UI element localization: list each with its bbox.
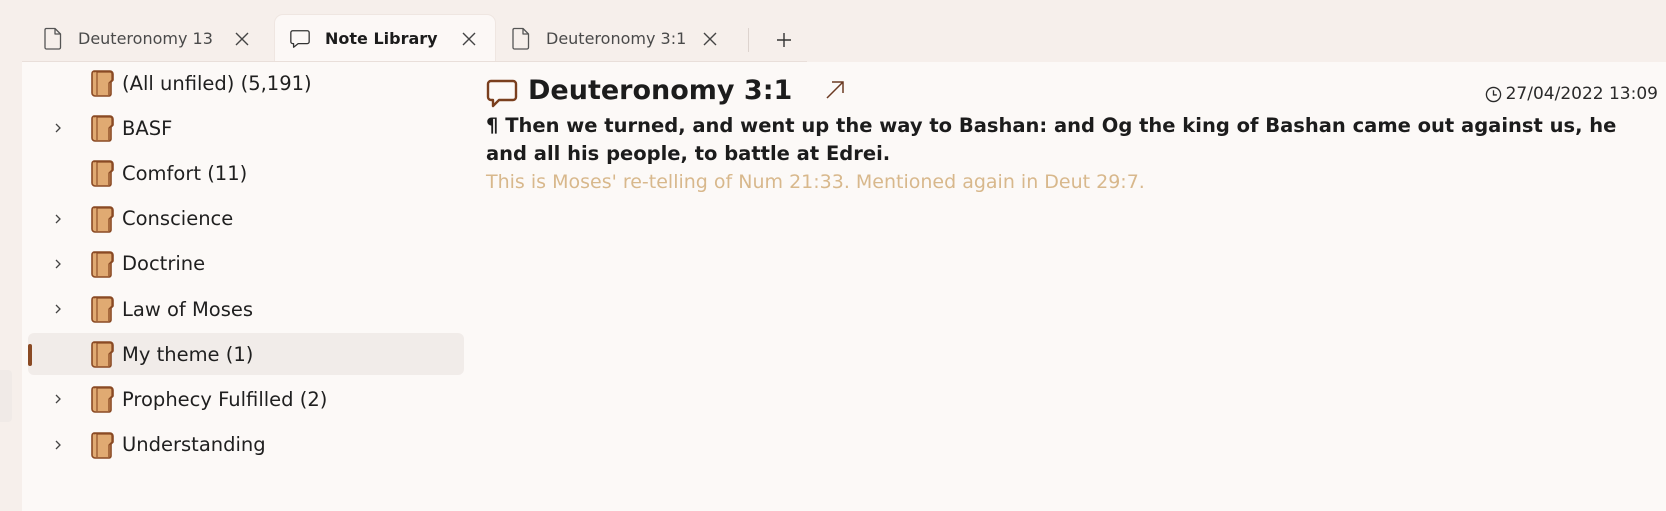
notebook-icon (88, 339, 116, 369)
notebook-icon (88, 68, 116, 98)
tree-item[interactable]: My theme (1) (28, 333, 464, 376)
content-area: (All unfiled) (5,191) BASF Comfort (11) Con… (22, 62, 1666, 511)
tree-item-label: (All unfiled) (5,191) (122, 71, 312, 95)
tab-label: Deuteronomy 13 (78, 29, 213, 48)
notebook-icon (88, 158, 116, 188)
tree-item[interactable]: BASF (28, 107, 464, 149)
tree-item-label: Understanding (122, 433, 266, 457)
notebook-icon (88, 204, 116, 234)
tree-item[interactable]: Doctrine (28, 243, 464, 285)
plus-icon (777, 33, 791, 47)
notebook-icon (88, 384, 116, 414)
note-comment[interactable]: This is Moses' re-telling of Num 21:33. … (486, 171, 1145, 193)
note-timestamp: 27/04/2022 13:09 (1485, 84, 1658, 104)
chevron-right-icon[interactable] (50, 437, 66, 453)
chevron-right-icon[interactable] (50, 211, 66, 227)
tree-item-label: Law of Moses (122, 297, 254, 321)
close-icon[interactable] (457, 27, 481, 51)
notebook-icon (88, 430, 116, 460)
note-header: Deuteronomy 3:1 (486, 70, 848, 110)
tab-separator (748, 28, 749, 52)
tree-item-label: Prophecy Fulfilled (2) (122, 387, 328, 411)
tree-item[interactable]: (All unfiled) (5,191) (28, 62, 464, 104)
speech-bubble-icon (289, 27, 311, 51)
tab-deuteronomy-3-1[interactable]: Deuteronomy 3:1 (510, 15, 736, 62)
tab-note-library[interactable]: Note Library (275, 15, 495, 62)
tree-item-label: Doctrine (122, 252, 206, 276)
chevron-right-icon[interactable] (50, 120, 66, 136)
document-icon (42, 27, 64, 51)
close-icon[interactable] (698, 27, 722, 51)
tree-item-label: Comfort (11) (122, 161, 248, 185)
timestamp-text: 27/04/2022 13:09 (1505, 84, 1658, 104)
tree-item-label: My theme (1) (122, 342, 254, 366)
note-title: Deuteronomy 3:1 (528, 74, 793, 106)
tree-item[interactable]: Law of Moses (28, 288, 464, 330)
arrow-up-right-icon (826, 81, 845, 99)
tree-item-label: BASF (122, 116, 173, 140)
notebook-icon (88, 113, 116, 143)
notebook-icon (88, 249, 116, 279)
clock-icon (1485, 86, 1501, 102)
tree-item[interactable]: Comfort (11) (28, 152, 464, 194)
chevron-right-icon[interactable] (50, 256, 66, 272)
chevron-right-icon[interactable] (50, 301, 66, 317)
tree-item[interactable]: Prophecy Fulfilled (2) (28, 378, 464, 420)
notebook-icon (88, 294, 116, 324)
verse-text: ¶ Then we turned, and went up the way to… (486, 114, 1617, 165)
tab-deuteronomy-13[interactable]: Deuteronomy 13 (42, 15, 268, 62)
chevron-right-icon[interactable] (50, 391, 66, 407)
document-icon (510, 27, 532, 51)
open-in-new-button[interactable] (822, 77, 848, 103)
tree-item[interactable]: Conscience (28, 198, 464, 240)
tab-strip: Deuteronomy 13 Note Library Deuteronomy … (0, 0, 1666, 62)
new-tab-button[interactable] (768, 24, 800, 56)
tab-label: Note Library (325, 29, 438, 48)
pane-resize-handle[interactable] (0, 370, 12, 422)
tree-item[interactable]: Understanding (28, 424, 464, 466)
selection-indicator (28, 344, 32, 367)
tab-label: Deuteronomy 3:1 (546, 29, 687, 48)
tree-item-label: Conscience (122, 207, 234, 231)
close-icon[interactable] (230, 27, 254, 51)
note-speech-bubble-icon (486, 79, 518, 108)
